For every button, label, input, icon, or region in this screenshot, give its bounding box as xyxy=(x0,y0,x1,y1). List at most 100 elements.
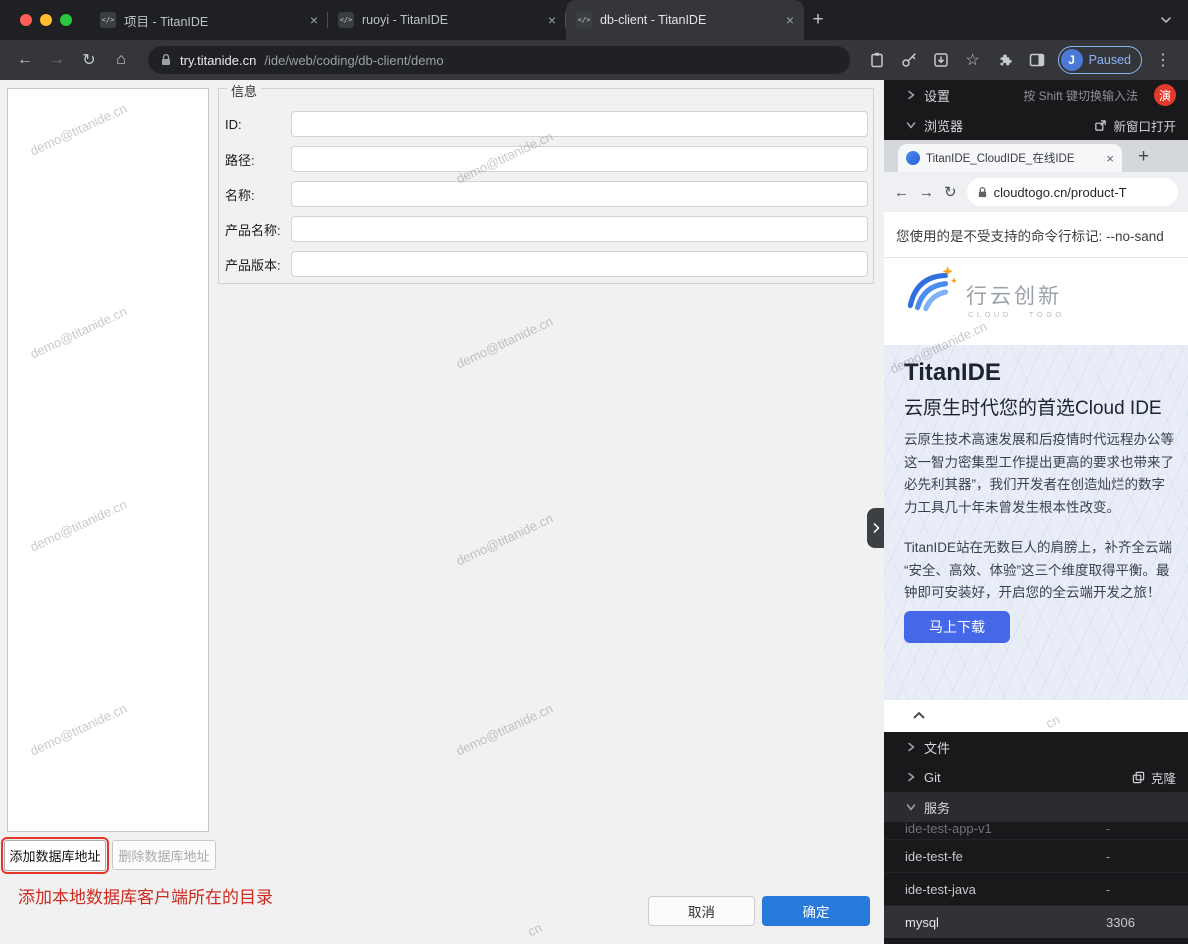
embedded-browser: TitanIDE_CloudIDE_在线IDE × + ← → ↻ cloudt… xyxy=(884,140,1188,732)
browser-toolbar: ← → ↻ ⌂ try.titanide.cn/ide/web/coding/d… xyxy=(0,40,1188,80)
name-label: 名称: xyxy=(225,185,291,204)
panel-expand-handle[interactable] xyxy=(867,508,884,548)
titanide-favicon: </> xyxy=(100,12,116,28)
zoom-window-button[interactable] xyxy=(60,14,72,26)
hero-title: TitanIDE xyxy=(904,359,1001,387)
tab-project[interactable]: </> 项目 - TitanIDE × xyxy=(90,0,328,40)
chevron-right-icon xyxy=(906,90,916,100)
home-button[interactable]: ⌂ xyxy=(108,47,134,73)
download-icon[interactable] xyxy=(928,47,954,73)
demo-badge[interactable]: 演 xyxy=(1154,84,1176,106)
product-name-field[interactable] xyxy=(291,216,868,242)
embedded-tab-title: TitanIDE_CloudIDE_在线IDE xyxy=(926,150,1100,166)
forward-button[interactable]: → xyxy=(919,184,934,201)
service-name: ide-test-java xyxy=(905,882,976,897)
service-name: ide-test-fe xyxy=(905,849,963,864)
confirm-button[interactable]: 确定 xyxy=(762,896,870,926)
brand-name: 行云创新 xyxy=(966,280,1062,310)
embedded-new-tab-button[interactable]: + xyxy=(1138,146,1149,168)
reload-button[interactable]: ↻ xyxy=(944,183,957,201)
path-field[interactable] xyxy=(291,146,868,172)
form-row: 路径: xyxy=(225,146,868,172)
open-new-window-button[interactable]: 新窗口打开 xyxy=(1094,116,1176,135)
chevron-right-icon xyxy=(906,772,916,782)
new-tab-button[interactable]: + xyxy=(804,0,832,40)
close-icon[interactable]: × xyxy=(548,12,556,28)
database-list-panel[interactable] xyxy=(7,88,209,832)
id-field[interactable] xyxy=(291,111,868,137)
settings-label: 设置 xyxy=(924,86,950,105)
add-database-button[interactable]: 添加数据库地址 xyxy=(4,840,106,871)
clipboard-icon[interactable] xyxy=(864,47,890,73)
chevron-right-icon xyxy=(872,522,880,534)
titanide-favicon: </> xyxy=(338,12,354,28)
embedded-tab[interactable]: TitanIDE_CloudIDE_在线IDE × xyxy=(898,144,1122,172)
tab-ruoyi[interactable]: </> ruoyi - TitanIDE × xyxy=(328,0,566,40)
tab-db-client-active[interactable]: </> db-client - TitanIDE × xyxy=(566,0,804,40)
service-port: - xyxy=(1106,849,1110,864)
info-fieldset: 信息 ID: 路径: 名称: 产品名称: 产品版本 xyxy=(218,88,874,284)
chevron-down-icon xyxy=(906,802,916,812)
fieldset-legend: 信息 xyxy=(227,81,261,100)
sync-paused-label: Paused xyxy=(1089,53,1131,67)
chevron-up-icon xyxy=(912,709,926,721)
profile-chip[interactable]: J Paused xyxy=(1058,46,1142,74)
address-bar[interactable]: try.titanide.cn/ide/web/coding/db-client… xyxy=(148,46,850,74)
back-button[interactable]: ← xyxy=(12,47,38,73)
form-row: ID: xyxy=(225,111,868,137)
forward-button[interactable]: → xyxy=(44,47,70,73)
service-row[interactable]: ide-test-fe - xyxy=(884,839,1188,872)
git-label: Git xyxy=(924,770,941,785)
delete-database-button[interactable]: 删除数据库地址 xyxy=(112,840,216,870)
path-label: 路径: xyxy=(225,150,291,169)
form-row: 产品名称: xyxy=(225,216,868,242)
sidebar-item-browser[interactable]: 浏览器 新窗口打开 xyxy=(884,110,1188,140)
service-row[interactable]: ide-test-java - xyxy=(884,872,1188,905)
service-row[interactable]: ide-test-app-v1 - xyxy=(884,817,1188,839)
download-button[interactable]: 马上下载 xyxy=(904,611,1010,643)
product-version-field[interactable] xyxy=(291,251,868,277)
sidebar-item-settings[interactable]: 设置 按 Shift 键切换输入法 演 xyxy=(884,80,1188,110)
hero-paragraph-2: TitanIDE站在无数巨人的肩膀上，补齐全云端 “安全、高效、体验”这三个维度… xyxy=(904,537,1188,605)
service-port: 3306 xyxy=(1106,915,1135,930)
embedded-address-bar[interactable]: cloudtogo.cn/product-T xyxy=(967,178,1178,206)
form-row: 名称: xyxy=(225,181,868,207)
titanide-favicon: </> xyxy=(576,12,592,28)
url-path: /ide/web/coding/db-client/demo xyxy=(264,53,443,68)
ide-sidebar: 设置 按 Shift 键切换输入法 演 浏览器 新窗口打开 TitanIDE_C… xyxy=(884,80,1188,944)
tab-title: db-client - TitanIDE xyxy=(600,13,778,27)
close-icon[interactable]: × xyxy=(310,12,318,28)
services-label: 服务 xyxy=(924,798,950,817)
name-field[interactable] xyxy=(291,181,868,207)
close-icon[interactable]: × xyxy=(786,12,794,28)
annotation-text: 添加本地数据库客户端所在的目录 xyxy=(18,883,273,908)
lock-icon xyxy=(160,53,172,67)
key-icon[interactable] xyxy=(896,47,922,73)
form-row: 产品版本: xyxy=(225,251,868,277)
browser-label: 浏览器 xyxy=(924,116,963,135)
service-port: - xyxy=(1106,882,1110,897)
embedded-navbar: ← → ↻ cloudtogo.cn/product-T xyxy=(884,172,1188,212)
traffic-lights xyxy=(0,0,90,40)
git-clone-button[interactable]: 克隆 xyxy=(1132,768,1176,787)
back-button[interactable]: ← xyxy=(894,184,909,201)
close-window-button[interactable] xyxy=(20,14,32,26)
page-content: 信息 ID: 路径: 名称: 产品名称: 产品版本 xyxy=(0,80,1188,944)
service-row-mysql[interactable]: mysql 3306 xyxy=(884,905,1188,938)
sidebar-item-files[interactable]: 文件 xyxy=(884,732,1188,762)
tab-search-button[interactable] xyxy=(1160,0,1188,40)
sidebar-item-git[interactable]: Git 克隆 xyxy=(884,762,1188,792)
extensions-puzzle-icon[interactable] xyxy=(992,47,1018,73)
minimize-window-button[interactable] xyxy=(40,14,52,26)
cancel-button[interactable]: 取消 xyxy=(648,896,755,926)
close-icon[interactable]: × xyxy=(1106,151,1114,166)
ime-hint: 按 Shift 键切换输入法 xyxy=(1023,87,1138,104)
id-label: ID: xyxy=(225,117,291,132)
menu-kebab-icon[interactable]: ⋮ xyxy=(1150,47,1176,73)
url-host: try.titanide.cn xyxy=(180,53,256,68)
side-panel-icon[interactable] xyxy=(1024,47,1050,73)
tab-strip: </> 项目 - TitanIDE × </> ruoyi - TitanIDE… xyxy=(0,0,1188,40)
bookmark-star-icon[interactable]: ☆ xyxy=(960,47,986,73)
reload-button[interactable]: ↻ xyxy=(76,47,102,73)
open-external-icon xyxy=(1094,119,1107,132)
